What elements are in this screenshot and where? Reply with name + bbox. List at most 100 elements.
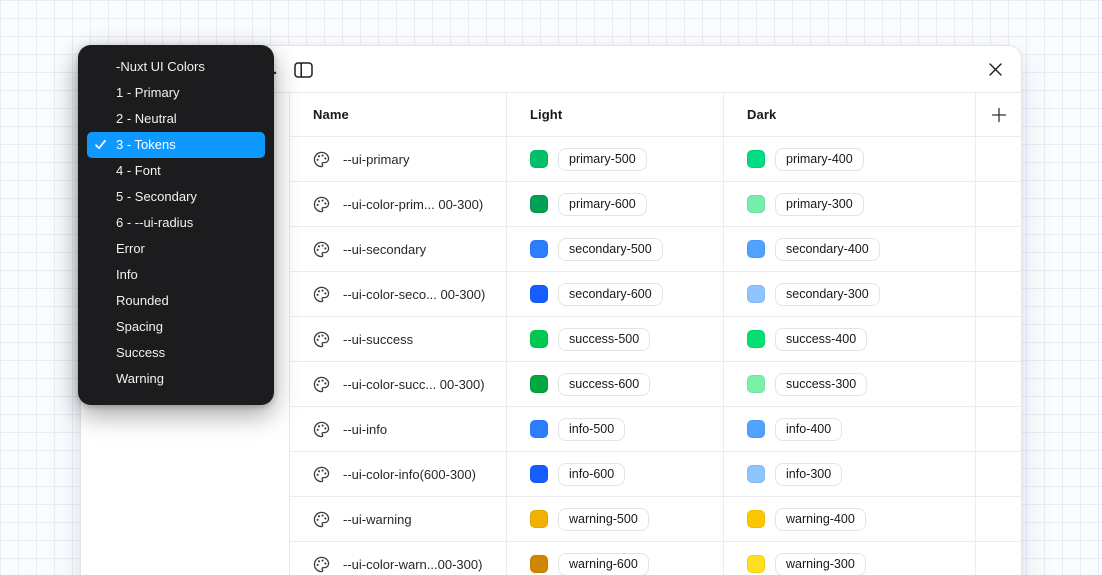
token-table-row[interactable]: --ui-color-seco... 00-300) secondary-600… <box>290 272 1021 317</box>
light-color-chip[interactable]: warning-500 <box>558 508 649 531</box>
light-value-cell: success-500 <box>507 317 724 361</box>
dropdown-menu-item[interactable]: Rounded <box>87 288 265 314</box>
token-table-row[interactable]: --ui-color-info(600-300) info-600 info-3… <box>290 452 1021 497</box>
light-color-swatch <box>530 150 548 168</box>
column-header-name: Name <box>290 93 507 136</box>
dark-color-chip[interactable]: success-300 <box>775 373 867 396</box>
dark-value-cell: warning-300 <box>724 542 976 575</box>
figma-canvas: { "colors": { "accent_selected": "#0D99F… <box>0 0 1102 575</box>
light-color-chip[interactable]: success-500 <box>558 328 650 351</box>
dark-value-cell: warning-400 <box>724 497 976 541</box>
token-name-cell: --ui-color-info(600-300) <box>290 452 507 496</box>
dropdown-menu-item[interactable]: 2 - Neutral <box>87 106 265 132</box>
add-column-button[interactable] <box>983 99 1014 130</box>
row-extra-cell <box>976 182 1021 226</box>
dropdown-menu-item[interactable]: -Nuxt UI Colors <box>87 54 265 80</box>
dropdown-item-label: 2 - Neutral <box>116 111 177 126</box>
dropdown-menu-item[interactable]: Error <box>87 236 265 262</box>
token-name: --ui-color-seco... 00-300) <box>343 287 485 302</box>
dark-color-chip[interactable]: warning-400 <box>775 508 866 531</box>
table-rows: --ui-primary primary-500 primary-400 --u… <box>290 137 1021 575</box>
dark-color-chip[interactable]: success-400 <box>775 328 867 351</box>
dropdown-item-label: Rounded <box>116 293 169 308</box>
light-value-cell: warning-500 <box>507 497 724 541</box>
light-color-swatch <box>530 555 548 573</box>
light-color-chip[interactable]: warning-600 <box>558 553 649 575</box>
dark-color-swatch <box>747 240 765 258</box>
sidebar-toggle-button[interactable] <box>288 54 319 85</box>
dropdown-menu-item[interactable]: Success <box>87 340 265 366</box>
light-color-swatch <box>530 195 548 213</box>
panel-left-toggle-icon <box>294 62 313 78</box>
light-color-chip[interactable]: success-600 <box>558 373 650 396</box>
dropdown-menu-item[interactable]: Info <box>87 262 265 288</box>
row-extra-cell <box>976 362 1021 406</box>
table-header-row: Name Light Dark <box>290 93 1021 137</box>
dropdown-item-label: 5 - Secondary <box>116 189 197 204</box>
token-name: --ui-warning <box>343 512 412 527</box>
dark-color-chip[interactable]: secondary-300 <box>775 283 880 306</box>
token-table-row[interactable]: --ui-color-prim... 00-300) primary-600 p… <box>290 182 1021 227</box>
token-name: --ui-secondary <box>343 242 426 257</box>
token-table-row[interactable]: --ui-color-warn...00-300) warning-600 wa… <box>290 542 1021 575</box>
palette-icon <box>313 376 330 393</box>
palette-icon <box>313 511 330 528</box>
plus-icon <box>991 107 1007 123</box>
palette-icon <box>313 331 330 348</box>
light-color-chip[interactable]: info-500 <box>558 418 625 441</box>
dark-color-chip[interactable]: primary-300 <box>775 193 864 216</box>
dropdown-item-label: Info <box>116 267 138 282</box>
dark-color-chip[interactable]: info-300 <box>775 463 842 486</box>
dark-value-cell: secondary-300 <box>724 272 976 316</box>
close-panel-button[interactable] <box>980 54 1011 85</box>
dropdown-menu-item[interactable]: Spacing <box>87 314 265 340</box>
dropdown-item-label: -Nuxt UI Colors <box>116 59 205 74</box>
light-color-swatch <box>530 465 548 483</box>
token-name-cell: --ui-primary <box>290 137 507 181</box>
token-table-row[interactable]: --ui-primary primary-500 primary-400 <box>290 137 1021 182</box>
token-table-row[interactable]: --ui-secondary secondary-500 secondary-4… <box>290 227 1021 272</box>
pages-dropdown-menu: -Nuxt UI Colors 1 - Primary 2 - Neutral … <box>78 45 274 405</box>
token-table-row[interactable]: --ui-color-succ... 00-300) success-600 s… <box>290 362 1021 407</box>
palette-icon <box>313 286 330 303</box>
light-color-swatch <box>530 375 548 393</box>
add-column-cell <box>976 93 1021 136</box>
dark-color-swatch <box>747 285 765 303</box>
light-value-cell: warning-600 <box>507 542 724 575</box>
light-color-swatch <box>530 285 548 303</box>
dropdown-menu-item[interactable]: Warning <box>87 366 265 392</box>
dark-color-swatch <box>747 150 765 168</box>
dark-color-swatch <box>747 330 765 348</box>
light-color-chip[interactable]: primary-500 <box>558 148 647 171</box>
light-value-cell: secondary-600 <box>507 272 724 316</box>
palette-icon <box>313 196 330 213</box>
dropdown-menu-item[interactable]: 5 - Secondary <box>87 184 265 210</box>
palette-icon <box>313 151 330 168</box>
dark-color-chip[interactable]: secondary-400 <box>775 238 880 261</box>
light-color-chip[interactable]: primary-600 <box>558 193 647 216</box>
dark-color-swatch <box>747 195 765 213</box>
dropdown-item-label: Warning <box>116 371 164 386</box>
token-name-cell: --ui-success <box>290 317 507 361</box>
token-name: --ui-color-warn...00-300) <box>343 557 482 572</box>
token-name-cell: --ui-color-seco... 00-300) <box>290 272 507 316</box>
dropdown-menu-item[interactable]: 6 - --ui-radius <box>87 210 265 236</box>
token-table-row[interactable]: --ui-info info-500 info-400 <box>290 407 1021 452</box>
light-color-chip[interactable]: secondary-600 <box>558 283 663 306</box>
dark-color-chip[interactable]: warning-300 <box>775 553 866 575</box>
token-table-row[interactable]: --ui-warning warning-500 warning-400 <box>290 497 1021 542</box>
dark-color-chip[interactable]: info-400 <box>775 418 842 441</box>
palette-icon <box>313 466 330 483</box>
light-color-chip[interactable]: info-600 <box>558 463 625 486</box>
token-name: --ui-info <box>343 422 387 437</box>
light-color-swatch <box>530 330 548 348</box>
token-table-row[interactable]: --ui-success success-500 success-400 <box>290 317 1021 362</box>
dark-color-chip[interactable]: primary-400 <box>775 148 864 171</box>
dropdown-item-label: 3 - Tokens <box>116 137 176 152</box>
light-color-chip[interactable]: secondary-500 <box>558 238 663 261</box>
dropdown-menu-item[interactable]: 4 - Font <box>87 158 265 184</box>
dropdown-menu-item[interactable]: 1 - Primary <box>87 80 265 106</box>
token-name: --ui-primary <box>343 152 409 167</box>
token-name: --ui-color-prim... 00-300) <box>343 197 483 212</box>
dropdown-menu-item[interactable]: 3 - Tokens <box>87 132 265 158</box>
